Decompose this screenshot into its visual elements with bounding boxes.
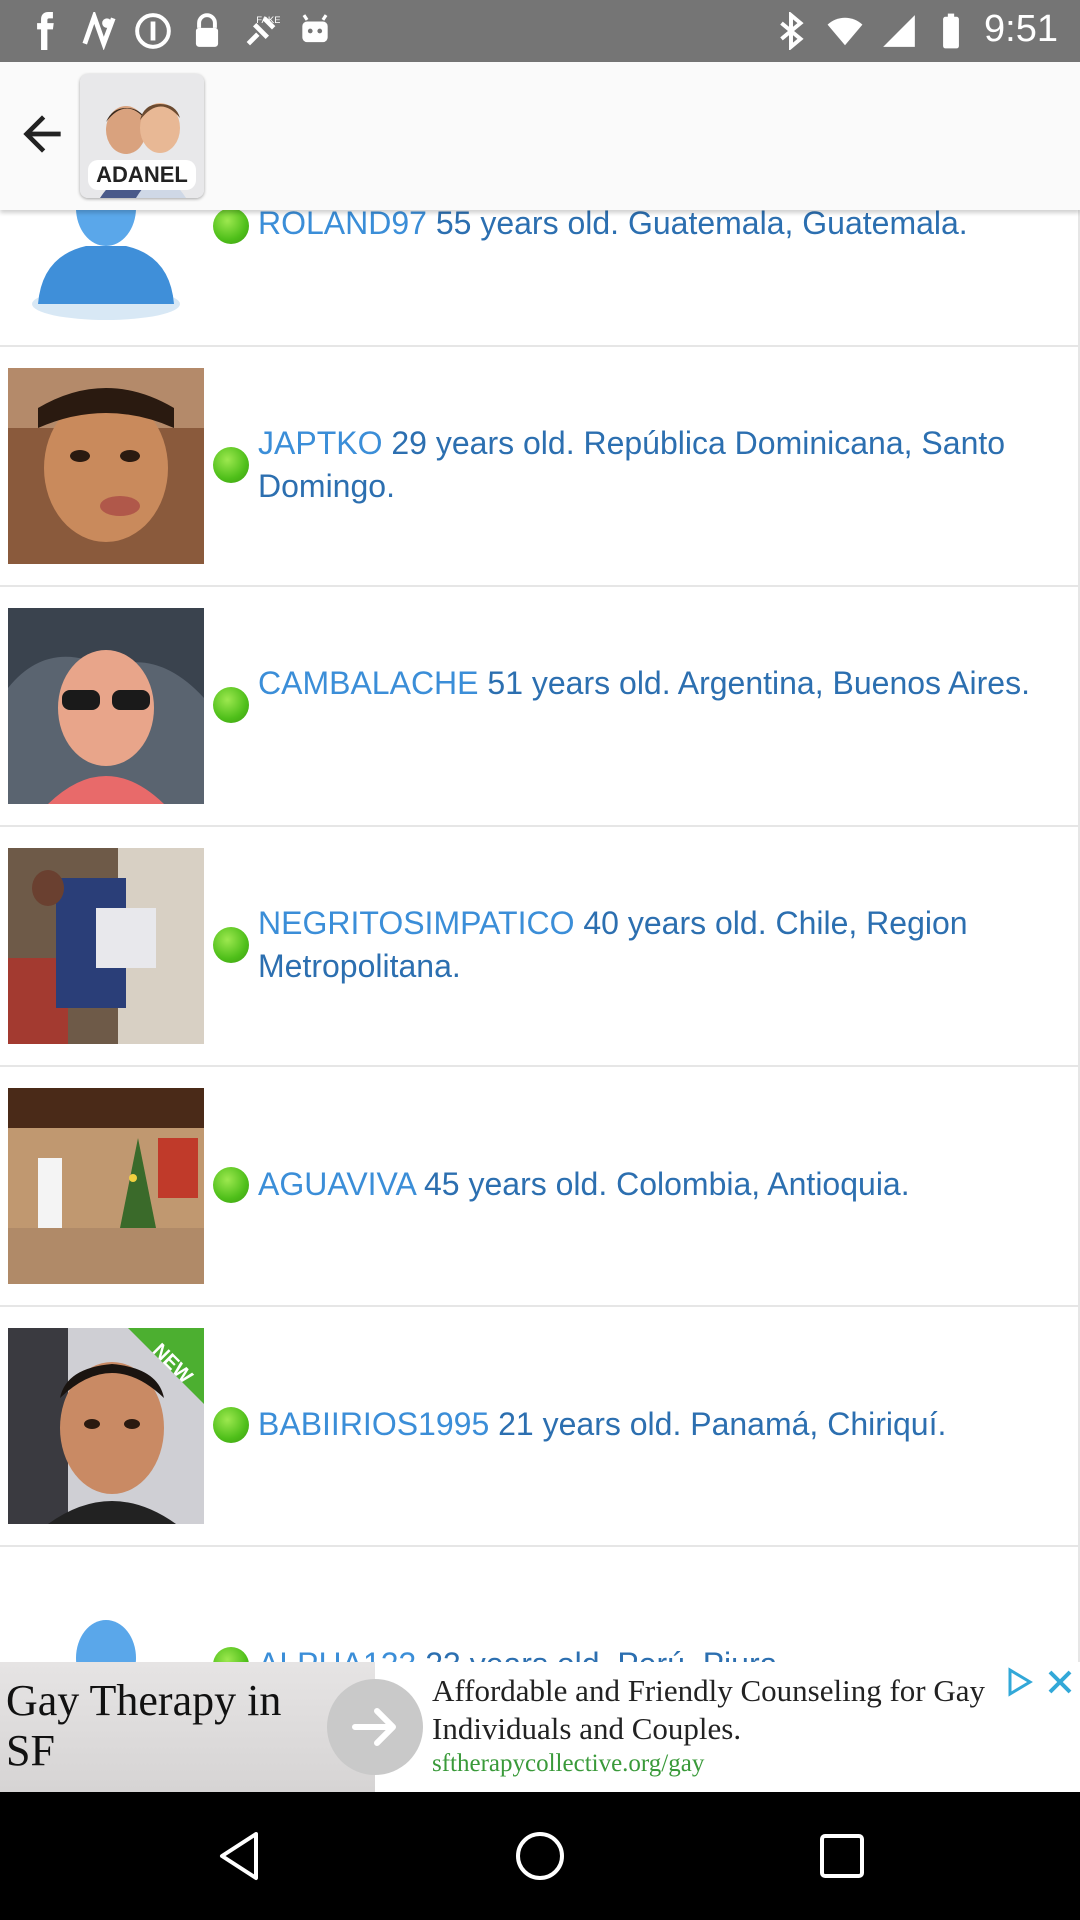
list-item[interactable]: CAMBALACHE 51 years old. Argentina, Buen… — [0, 587, 1080, 827]
list-item[interactable]: AGUAVIVA 45 years old. Colombia, Antioqu… — [0, 1067, 1080, 1307]
online-indicator — [213, 687, 249, 723]
list-item[interactable]: JAPTKO 29 years old. República Dominican… — [0, 347, 1080, 587]
close-icon[interactable] — [1042, 1664, 1078, 1700]
online-indicator — [213, 447, 249, 483]
user-info[interactable]: BABIIRIOS1995 21 years old. Panamá, Chir… — [258, 1403, 1048, 1446]
arrow-left-icon[interactable] — [14, 106, 70, 162]
username[interactable]: BABIIRIOS1995 — [258, 1406, 489, 1442]
username[interactable]: NEGRITOSIMPATICO — [258, 905, 574, 941]
app-name: ADANEL — [88, 160, 196, 190]
online-indicator — [213, 927, 249, 963]
nav-back-icon[interactable] — [210, 1826, 270, 1886]
battery-icon — [943, 13, 959, 49]
default-avatar — [8, 210, 204, 324]
user-photo — [8, 1088, 204, 1284]
navigation-bar — [0, 1792, 1080, 1920]
list-item[interactable]: NEGRITOSIMPATICO 40 years old. Chile, Re… — [0, 827, 1080, 1067]
ad-banner[interactable]: Gay Therapy in SF Affordable and Friendl… — [0, 1662, 1080, 1792]
username[interactable]: ALPHA123 — [258, 1646, 416, 1662]
nav-home-icon[interactable] — [510, 1826, 570, 1886]
online-indicator — [213, 1407, 249, 1443]
app-toolbar: ADANEL — [0, 62, 1080, 210]
clock: 9:51 — [984, 8, 1058, 50]
user-info[interactable]: ALPHA123 23 years old. Perú, Piura. — [258, 1643, 1048, 1662]
list-item[interactable]: ROLAND97 55 years old. Guatemala, Guatem… — [0, 210, 1080, 347]
user-list[interactable]: ROLAND97 55 years old. Guatemala, Guatem… — [0, 210, 1080, 1662]
signal-icon — [883, 15, 915, 47]
app-logo[interactable]: ADANEL — [80, 74, 204, 198]
facebook-icon — [37, 12, 54, 50]
list-item[interactable]: NEW BABIIRIOS1995 21 years old. Panamá, … — [0, 1307, 1080, 1547]
ad-title[interactable]: Gay Therapy in SF — [6, 1676, 326, 1776]
bluetooth-icon — [780, 12, 804, 50]
lock-icon — [195, 13, 219, 47]
svg-text:FAKE: FAKE — [256, 15, 280, 26]
user-info[interactable]: CAMBALACHE 51 years old. Argentina, Buen… — [258, 662, 1048, 705]
user-photo — [8, 368, 204, 564]
user-info[interactable]: NEGRITOSIMPATICO 40 years old. Chile, Re… — [258, 902, 1048, 988]
user-info[interactable]: JAPTKO 29 years old. República Dominican… — [258, 422, 1048, 508]
arrow-right-icon[interactable] — [327, 1679, 423, 1775]
android-icon — [302, 14, 328, 43]
status-bar: FAKE 9:51 — [0, 0, 1080, 62]
user-info[interactable]: ROLAND97 55 years old. Guatemala, Guatem… — [258, 210, 1048, 245]
user-photo — [8, 608, 204, 804]
online-indicator — [213, 1167, 249, 1203]
user-photo: NEW — [8, 1328, 204, 1524]
username[interactable]: JAPTKO — [258, 425, 382, 461]
user-details: 51 years old. Argentina, Buenos Aires. — [478, 665, 1030, 701]
online-indicator — [213, 1647, 249, 1662]
maps-icon — [82, 12, 116, 50]
wifi-icon — [827, 17, 863, 46]
user-details: 45 years old. Colombia, Antioquia. — [415, 1166, 910, 1202]
user-details: 23 years old. Perú, Piura. — [416, 1646, 786, 1662]
username[interactable]: AGUAVIVA — [258, 1166, 415, 1202]
ad-url[interactable]: sftherapycollective.org/gay — [432, 1750, 704, 1778]
user-photo — [8, 848, 204, 1044]
list-item[interactable]: ALPHA123 23 years old. Perú, Piura. — [0, 1547, 1080, 1662]
username[interactable]: CAMBALACHE — [258, 665, 479, 701]
online-indicator — [213, 210, 249, 244]
default-avatar — [8, 1568, 204, 1662]
nav-recents-icon[interactable] — [812, 1826, 872, 1886]
username[interactable]: ROLAND97 — [258, 210, 427, 241]
ad-choices-icon[interactable] — [1000, 1664, 1040, 1700]
user-details: 21 years old. Panamá, Chiriquí. — [489, 1406, 947, 1442]
alert-icon — [135, 13, 171, 49]
fake-gps-icon: FAKE — [246, 15, 280, 46]
ad-headline[interactable]: Affordable and Friendly Counseling for G… — [432, 1672, 1012, 1748]
user-info[interactable]: AGUAVIVA 45 years old. Colombia, Antioqu… — [258, 1163, 1048, 1206]
user-details: 55 years old. Guatemala, Guatemala. — [426, 210, 968, 241]
